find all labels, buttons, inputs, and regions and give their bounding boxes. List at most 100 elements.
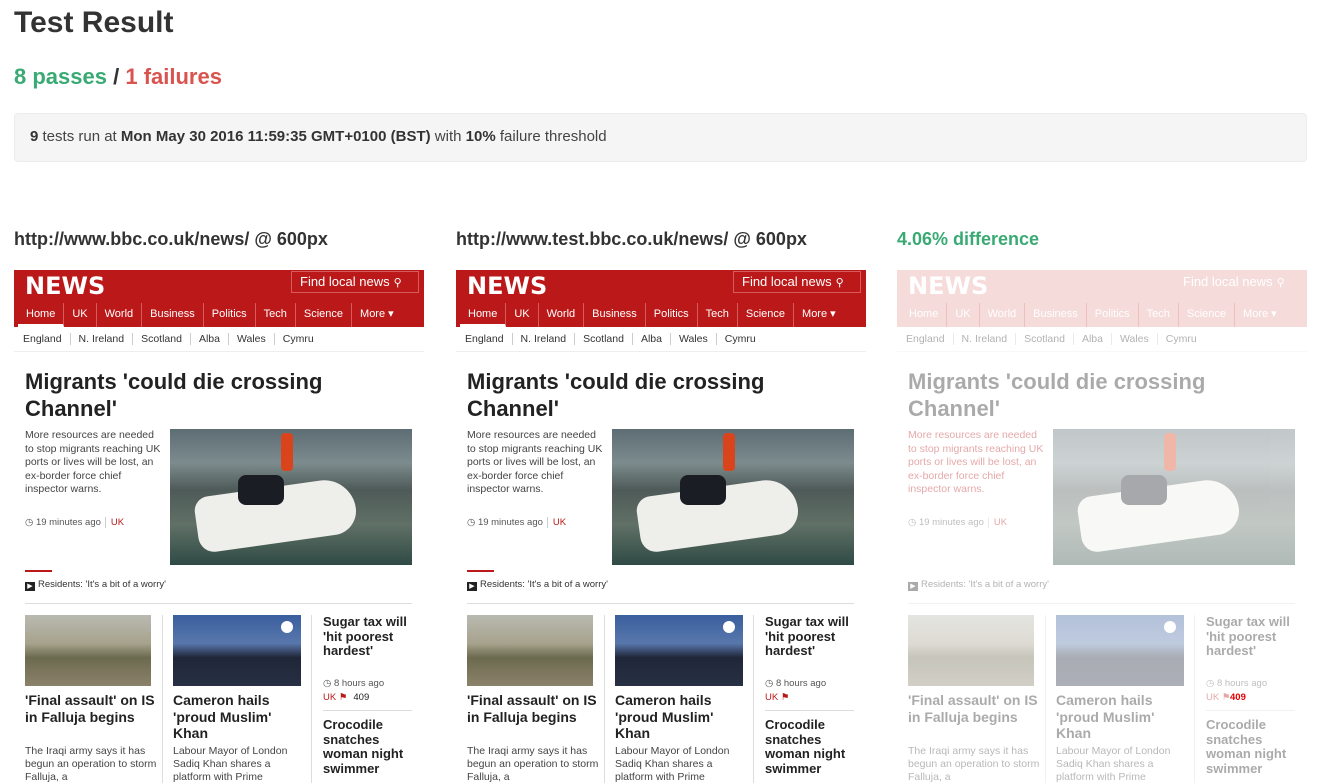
bbc-header: NEWS Find local news ⚲ Home UK World Busi… [897,270,1307,327]
card1-title: 'Final assault' on IS in Falluja begins [467,692,597,725]
reference-screenshot[interactable]: NEWS Find local news ⚲ Home UK World Busi… [14,270,424,783]
card2-text: Labour Mayor of London Sadiq Khan shares… [1056,745,1171,783]
side-time: 8 hours ago [775,678,827,689]
side2-title: Crocodile snatches woman night swimmer [323,717,404,776]
subnav-wales: Wales [671,333,717,345]
side-section: UK [323,692,337,703]
falluja-image [908,615,1034,686]
test-screenshot[interactable]: NEWS Find local news ⚲ Home UK World Busi… [456,270,866,783]
play-icon: ▶ [25,582,35,591]
reference-url-heading: http://www.bbc.co.uk/news/ @ 600px [14,229,328,249]
clock-icon: ◷ [765,678,774,689]
residents-label: Residents: 'It's a bit of a worry' [921,579,1049,590]
comment-icon: ⚑ [780,692,790,703]
nav-uk: UK [506,303,539,327]
failures-count: 1 failures [125,64,222,89]
nav-tech: Tech [698,303,738,327]
nav-politics: Politics [1087,303,1139,327]
side-meta2: UK ⚑ [765,692,789,703]
bbc-news-logo: NEWS [25,272,106,300]
find-local-news-button: Find local news ⚲ [1174,271,1302,293]
side-time: 8 hours ago [1216,678,1268,689]
card1-title: 'Final assault' on IS in Falluja begins [25,692,155,725]
nav-business: Business [584,303,646,327]
nav-world: World [980,303,1026,327]
column-divider [162,615,163,783]
clock-icon: ◷ [25,517,34,528]
nav-science: Science [738,303,795,327]
khan-image [1056,615,1184,686]
find-local-news-button: Find local news ⚲ [733,271,861,293]
column-divider [604,615,605,783]
subnav-scotland: Scotland [1016,333,1074,345]
play-icon: ▶ [908,582,918,591]
location-pin-icon: ⚲ [393,277,402,289]
nav-world: World [539,303,585,327]
nav-home: Home [460,303,507,327]
subnav-alba: Alba [1074,333,1112,345]
lead-time: 19 minutes ago [35,517,101,528]
subnav-scotland: Scotland [575,333,633,345]
diff-screenshot[interactable]: NEWS Find local news ⚲ Home UK World Busi… [897,270,1307,783]
subnav-alba: Alba [633,333,671,345]
boat-figure-shape [680,475,726,505]
lead-headline: Migrants 'could die crossing Channel' [908,369,1206,421]
side2-title: Crocodile snatches woman night swimmer [765,717,846,776]
play-icon: ▶ [467,582,477,591]
divider [323,710,412,711]
card1-text: The Iraqi army says it has begun an oper… [467,745,599,783]
khan-image [173,615,301,686]
lead-time: 19 minutes ago [918,517,984,528]
nav-uk: UK [64,303,97,327]
threshold-text: failure threshold [499,128,607,145]
red-rule [25,570,52,572]
nav-business: Business [142,303,204,327]
comments-count: 409 [353,692,370,703]
nav-tech: Tech [256,303,296,327]
divider [1206,710,1295,711]
subnav-scotland: Scotland [133,333,191,345]
subnav-cymru: Cymru [1165,333,1197,345]
diff-comments-count: 409 [1230,692,1246,703]
subnav-n-ireland: N. Ireland [954,333,1017,345]
bbc-header: NEWS Find local news ⚲ Home UK World Busi… [14,270,424,327]
subnav-n-ireland: N. Ireland [513,333,576,345]
lead-image [1053,429,1295,565]
bbc-header: NEWS Find local news ⚲ Home UK World Busi… [456,270,866,327]
lead-section: UK [987,517,1008,528]
nav-world: World [97,303,143,327]
divider [25,603,412,604]
person-shape [1164,433,1176,471]
subnav-cymru: Cymru [724,333,756,345]
bbc-nav: Home UK World Business Politics Tech Sci… [14,303,424,327]
lead-meta: ◷ 19 minutes ago UK [908,517,1008,528]
boat-figure-shape [238,475,284,505]
khan-image [615,615,743,686]
lead-image [170,429,412,565]
lead-meta: ◷ 19 minutes ago UK [25,517,125,528]
lead-headline: Migrants 'could die crossing Channel' [467,369,765,421]
nav-business: Business [1025,303,1087,327]
lead-summary: More resources are needed to stop migran… [25,429,161,496]
run-with-text: with [434,128,462,145]
side-meta: ◷ 8 hours ago [765,678,826,689]
find-local-label: Find local news [742,274,832,289]
nav-science: Science [1179,303,1236,327]
summary-separator: / [113,64,120,89]
side1-title: Sugar tax will 'hit poorest hardest' [1206,614,1290,658]
card2-title: Cameron hails 'proud Muslim' Khan [173,692,272,741]
nav-politics: Politics [646,303,698,327]
nav-science: Science [296,303,353,327]
nav-more: More ▾ [1243,308,1277,320]
lead-section: UK [546,517,567,528]
residents-link: ▶ Residents: 'It's a bit of a worry' [467,579,608,591]
red-rule [467,570,494,572]
bbc-subnav: England N. Ireland Scotland Alba Wales C… [14,327,424,352]
card1-title: 'Final assault' on IS in Falluja begins [908,692,1038,725]
column-divider [311,615,312,783]
page-title: Test Result [14,6,174,39]
subnav-n-ireland: N. Ireland [71,333,134,345]
person-shape [281,433,293,471]
bbc-news-logo: NEWS [467,272,548,300]
divider [908,603,1295,604]
